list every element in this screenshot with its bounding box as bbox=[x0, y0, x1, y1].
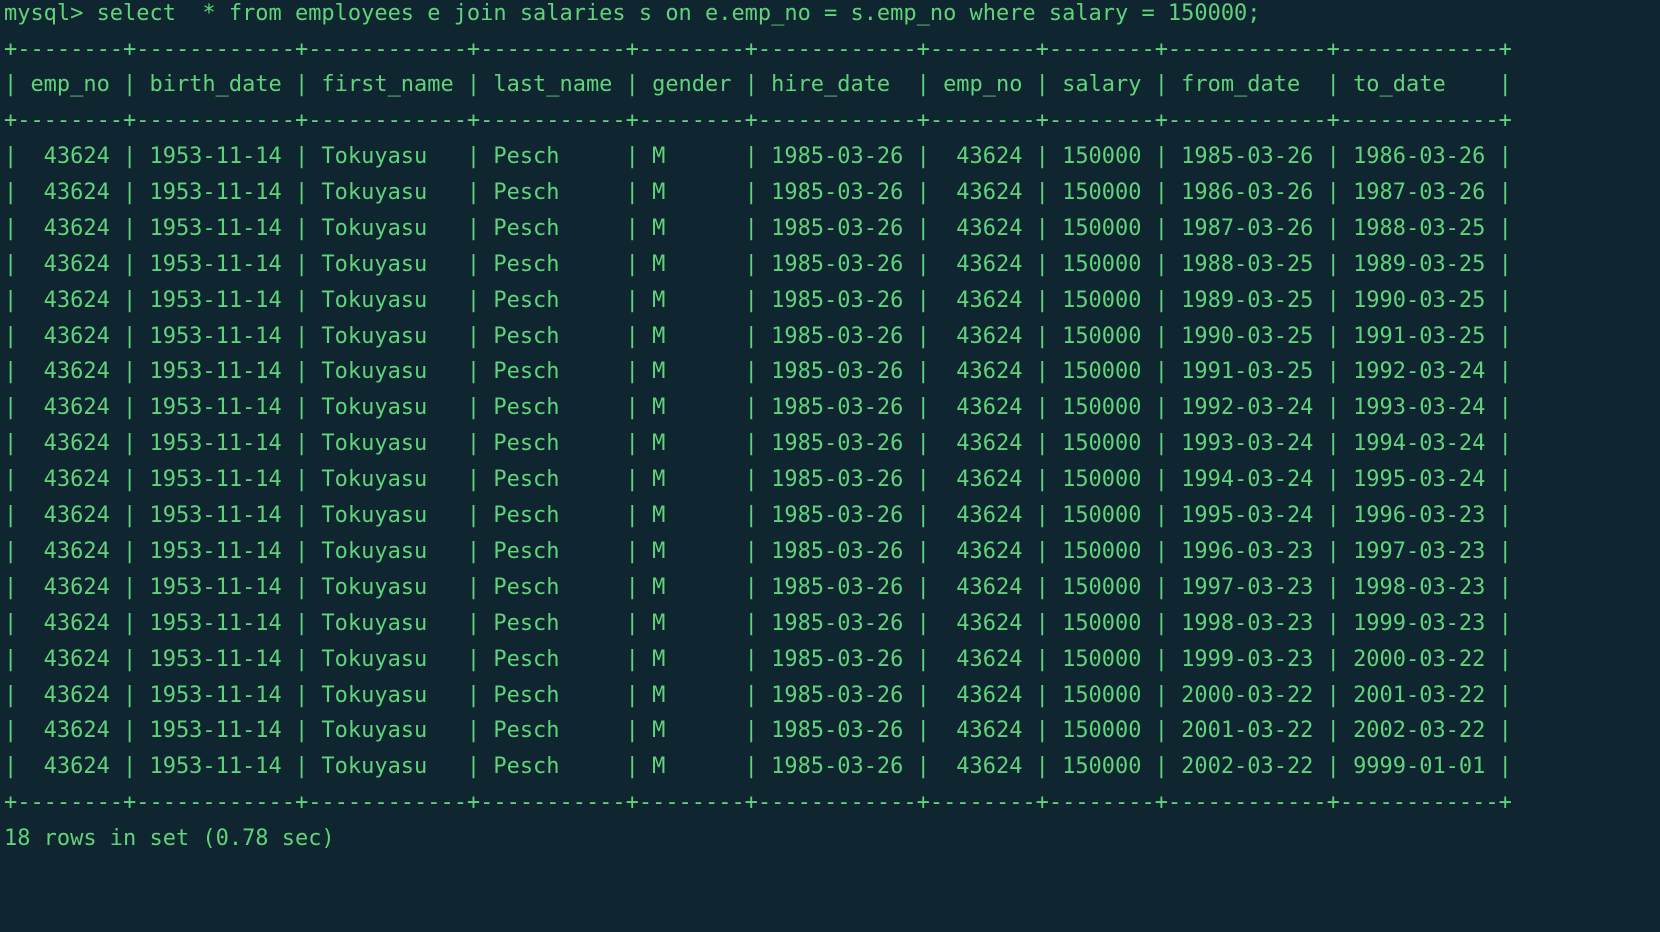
table-row: | 43624 | 1953-11-14 | Tokuyasu | Pesch … bbox=[4, 754, 1512, 780]
table-row: | 43624 | 1953-11-14 | Tokuyasu | Pesch … bbox=[4, 431, 1512, 457]
command-prompt-line: mysql> select * from employees e join sa… bbox=[4, 1, 1261, 26]
table-row: | 43624 | 1953-11-14 | Tokuyasu | Pesch … bbox=[4, 718, 1512, 744]
table-border-bottom: +--------+------------+------------+----… bbox=[4, 790, 1512, 815]
result-status-line: 18 rows in set (0.78 sec) bbox=[4, 826, 335, 851]
table-row: | 43624 | 1953-11-14 | Tokuyasu | Pesch … bbox=[4, 215, 1512, 241]
table-row: | 43624 | 1953-11-14 | Tokuyasu | Pesch … bbox=[4, 538, 1512, 564]
table-row: | 43624 | 1953-11-14 | Tokuyasu | Pesch … bbox=[4, 395, 1512, 421]
table-row: | 43624 | 1953-11-14 | Tokuyasu | Pesch … bbox=[4, 646, 1512, 672]
table-row: | 43624 | 1953-11-14 | Tokuyasu | Pesch … bbox=[4, 467, 1512, 493]
table-row: | 43624 | 1953-11-14 | Tokuyasu | Pesch … bbox=[4, 179, 1512, 205]
table-border-top: +--------+------------+------------+----… bbox=[4, 37, 1512, 62]
table-header-row: | emp_no | birth_date | first_name | las… bbox=[4, 72, 1512, 97]
table-row: | 43624 | 1953-11-14 | Tokuyasu | Pesch … bbox=[4, 359, 1512, 385]
table-row: | 43624 | 1953-11-14 | Tokuyasu | Pesch … bbox=[4, 287, 1512, 313]
table-row: | 43624 | 1953-11-14 | Tokuyasu | Pesch … bbox=[4, 682, 1512, 708]
table-row: | 43624 | 1953-11-14 | Tokuyasu | Pesch … bbox=[4, 144, 1512, 169]
table-row: | 43624 | 1953-11-14 | Tokuyasu | Pesch … bbox=[4, 574, 1512, 600]
table-row: | 43624 | 1953-11-14 | Tokuyasu | Pesch … bbox=[4, 323, 1512, 349]
table-border-header: +--------+------------+------------+----… bbox=[4, 108, 1512, 133]
terminal-window[interactable]: mysql> select * from employees e join sa… bbox=[0, 0, 1660, 932]
table-row: | 43624 | 1953-11-14 | Tokuyasu | Pesch … bbox=[4, 610, 1512, 636]
table-row: | 43624 | 1953-11-14 | Tokuyasu | Pesch … bbox=[4, 251, 1512, 277]
table-row: | 43624 | 1953-11-14 | Tokuyasu | Pesch … bbox=[4, 503, 1512, 528]
